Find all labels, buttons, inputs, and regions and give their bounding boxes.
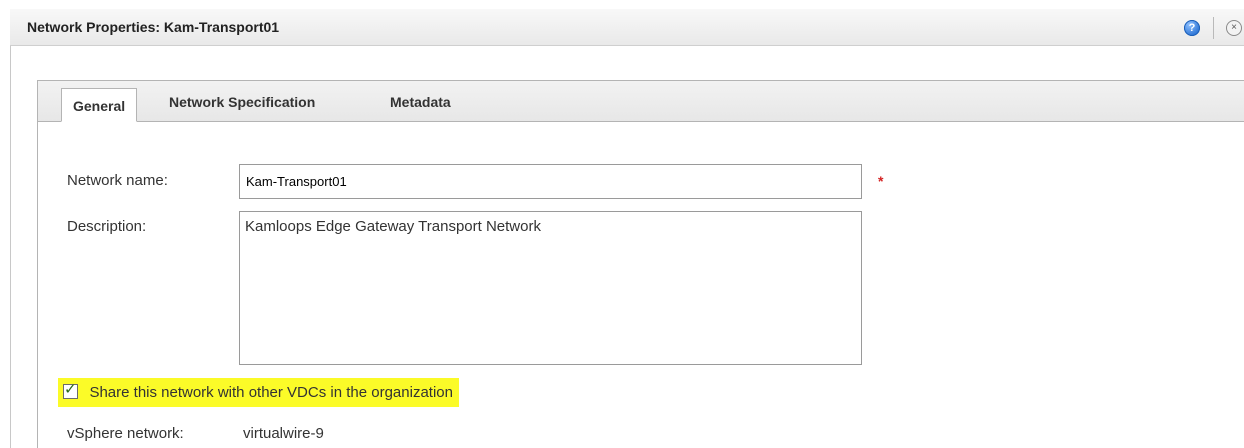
titlebar-divider [1213, 17, 1214, 39]
tab-network-specification[interactable]: Network Specification [169, 91, 315, 121]
close-icon[interactable]: × [1226, 20, 1242, 36]
network-properties-window: Network Properties: Kam-Transport01 ? × … [0, 0, 1244, 448]
description-textarea[interactable]: Kamloops Edge Gateway Transport Network [239, 211, 862, 365]
description-label: Description: [67, 218, 147, 235]
window-title: Network Properties: Kam-Transport01 [27, 19, 280, 35]
window-left-border [10, 46, 11, 448]
tab-general[interactable]: General [61, 88, 138, 122]
tab-metadata[interactable]: Metadata [390, 91, 451, 121]
vsphere-network-label: vSphere network: [67, 425, 184, 442]
required-indicator: * [878, 173, 884, 189]
share-network-checkbox-row[interactable]: ✓ Share this network with other VDCs in … [58, 378, 459, 407]
share-network-label: Share this network with other VDCs in th… [89, 384, 453, 401]
tab-bar: General Network Specification Metadata [38, 81, 1244, 122]
network-name-input[interactable] [239, 164, 862, 199]
properties-panel: General Network Specification Metadata N… [37, 80, 1244, 448]
checkmark-icon: ✓ [64, 381, 77, 398]
title-bar: Network Properties: Kam-Transport01 ? × [10, 9, 1244, 46]
share-network-checkbox[interactable]: ✓ [63, 381, 78, 399]
network-name-label: Network name: [67, 172, 168, 189]
help-icon[interactable]: ? [1184, 20, 1200, 36]
vsphere-network-value: virtualwire-9 [243, 425, 324, 442]
